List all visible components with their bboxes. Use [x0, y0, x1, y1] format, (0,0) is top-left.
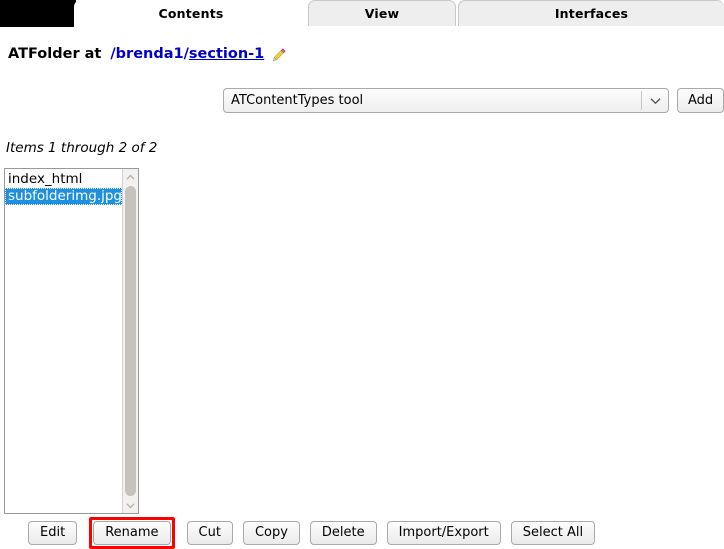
rename-button[interactable]: Rename [93, 521, 171, 545]
scrollbar-track[interactable] [123, 185, 139, 497]
pencil-icon[interactable] [271, 47, 287, 63]
scrollbar-thumb[interactable] [125, 186, 136, 496]
rename-button-label: Rename [105, 525, 159, 540]
chevron-down-icon[interactable] [123, 497, 139, 513]
page-title-prefix: ATFolder at [8, 46, 102, 62]
items-count-text: Items 1 through 2 of 2 [6, 140, 158, 156]
action-button-row: Edit Rename Cut Copy Delete Import/Expor… [0, 517, 724, 549]
add-button-label: Add [688, 93, 714, 108]
import-export-button-label: Import/Export [398, 525, 489, 540]
edit-button-wrap: Edit [28, 521, 78, 545]
chevron-down-icon[interactable] [642, 97, 668, 105]
tab-bar-background [0, 0, 76, 27]
rename-button-highlight: Rename [89, 517, 175, 549]
select-all-button-wrap: Select All [510, 521, 596, 545]
tab-view-label: View [364, 6, 400, 21]
list-item[interactable]: index_html [5, 171, 122, 188]
page-title: ATFolder at /brenda1/ section-1 [8, 46, 287, 62]
contents-listbox[interactable]: index_html subfolderimg.jpg [4, 168, 139, 514]
tool-select-value: ATContentTypes tool [231, 93, 364, 108]
edit-button-label: Edit [40, 525, 66, 540]
select-divider [641, 91, 642, 110]
tab-interfaces[interactable]: Interfaces [458, 0, 724, 26]
tab-bar: Contents View Interfaces [0, 0, 724, 28]
select-all-button-label: Select All [522, 525, 584, 540]
import-export-button[interactable]: Import/Export [386, 521, 501, 545]
tool-selector-row: ATContentTypes tool Add [223, 88, 724, 113]
tool-select[interactable]: ATContentTypes tool [223, 88, 669, 113]
tab-contents[interactable]: Contents [74, 0, 308, 28]
tab-interfaces-label: Interfaces [554, 6, 629, 21]
delete-button[interactable]: Delete [309, 521, 377, 545]
edit-button[interactable]: Edit [28, 521, 78, 545]
copy-button[interactable]: Copy [242, 521, 300, 545]
chevron-up-icon[interactable] [123, 169, 139, 185]
add-button[interactable]: Add [677, 88, 724, 113]
delete-button-label: Delete [321, 525, 365, 540]
delete-button-wrap: Delete [309, 521, 377, 545]
breadcrumb-link-section[interactable]: section-1 [189, 46, 264, 62]
select-all-button[interactable]: Select All [510, 521, 596, 545]
listbox-scrollbar[interactable] [122, 169, 138, 513]
cut-button-label: Cut [198, 525, 221, 540]
list-item[interactable]: subfolderimg.jpg [5, 188, 122, 205]
tab-contents-label: Contents [158, 6, 224, 21]
listbox-items: index_html subfolderimg.jpg [5, 169, 122, 513]
copy-button-label: Copy [254, 525, 288, 540]
cut-button[interactable]: Cut [186, 521, 233, 545]
breadcrumb-path: /brenda1/ [110, 46, 189, 62]
import-export-button-wrap: Import/Export [386, 521, 501, 545]
tab-view[interactable]: View [308, 0, 456, 26]
cut-button-wrap: Cut [186, 521, 233, 545]
copy-button-wrap: Copy [242, 521, 300, 545]
